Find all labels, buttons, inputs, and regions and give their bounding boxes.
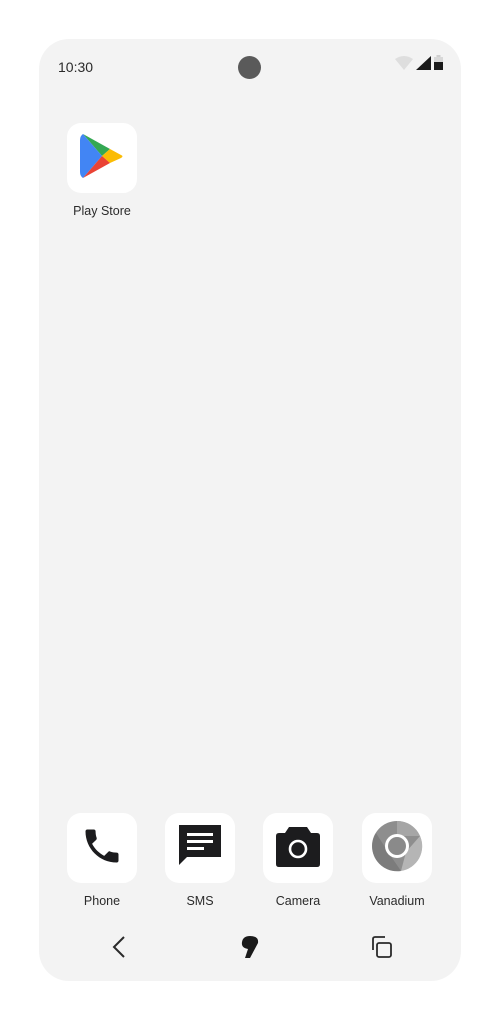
camera-icon (275, 825, 321, 872)
home-icon (240, 935, 260, 964)
app-label: Camera (275, 894, 321, 908)
dock-app-vanadium[interactable]: Vanadium (352, 813, 442, 908)
app-tile[interactable] (263, 813, 333, 883)
dock-app-sms[interactable]: SMS (155, 813, 245, 908)
sms-icon (177, 823, 223, 874)
app-label: Phone (83, 894, 121, 908)
front-camera-cutout (238, 56, 261, 79)
back-button[interactable] (101, 931, 137, 967)
status-icons (395, 55, 443, 75)
recents-button[interactable] (363, 931, 399, 967)
phone-icon (80, 824, 124, 873)
recents-icon (369, 935, 393, 964)
app-tile[interactable] (362, 813, 432, 883)
app-label: SMS (186, 894, 214, 908)
wifi-icon (395, 56, 413, 75)
battery-icon (434, 55, 443, 75)
status-time: 10:30 (58, 59, 94, 75)
play-store-icon (80, 132, 124, 185)
app-label: Play Store (73, 204, 131, 218)
app-tile[interactable] (67, 123, 137, 193)
app-play-store[interactable]: Play Store (57, 123, 147, 218)
vanadium-browser-icon (371, 820, 423, 877)
status-bar: 10:30 (39, 39, 461, 95)
app-tile[interactable] (165, 813, 235, 883)
app-tile[interactable] (67, 813, 137, 883)
dock-app-camera[interactable]: Camera (253, 813, 343, 908)
phone-screen: 10:30 Play Store Phone SMS Camera Vanadi… (39, 39, 461, 981)
home-button[interactable] (232, 931, 268, 967)
dock-app-phone[interactable]: Phone (57, 813, 147, 908)
navigation-bar (39, 921, 461, 981)
cellular-signal-icon (416, 56, 431, 75)
back-chevron-icon (112, 935, 126, 963)
app-label: Vanadium (369, 894, 425, 908)
